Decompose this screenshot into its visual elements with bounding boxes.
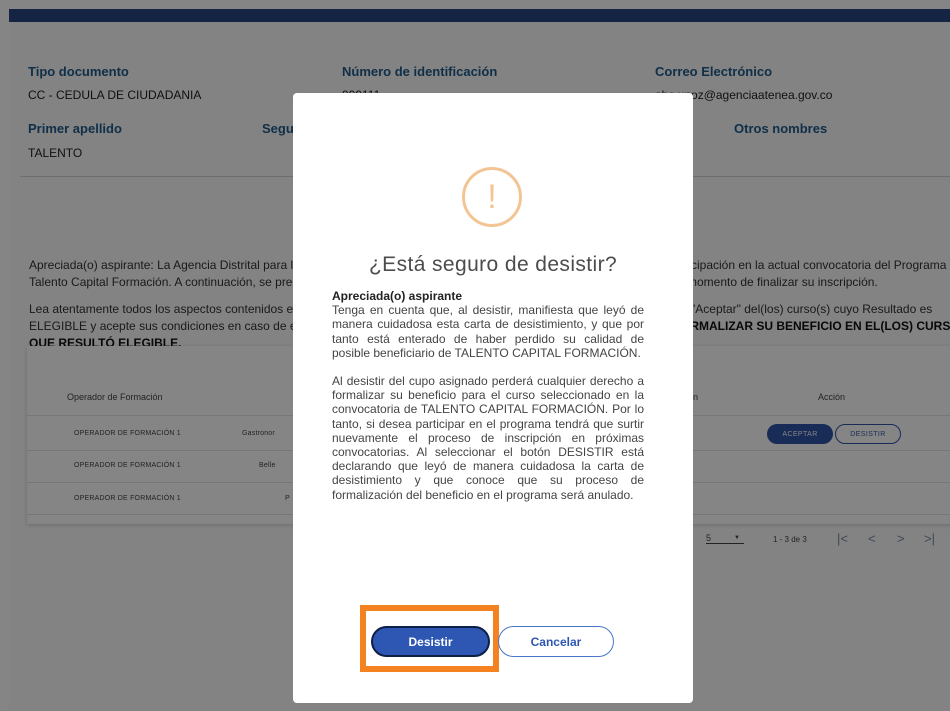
confirm-desist-button[interactable]: Desistir — [371, 626, 490, 657]
dialog-body: Apreciada(o) aspirante Tenga en cuenta q… — [332, 289, 644, 502]
dialog-lead: Apreciada(o) aspirante — [332, 289, 463, 303]
cancel-button[interactable]: Cancelar — [498, 626, 614, 657]
dialog-title: ¿Está seguro de desistir? — [368, 253, 618, 276]
warning-icon: ! — [462, 167, 522, 227]
dialog-paragraph-2: Al desistir del cupo asignado perderá cu… — [332, 374, 644, 502]
exclamation-icon: ! — [487, 177, 497, 216]
dialog-paragraph-1: Tenga en cuenta que, al desistir, manifi… — [332, 303, 644, 360]
desist-confirmation-dialog: ! ¿Está seguro de desistir? Apreciada(o)… — [293, 93, 693, 703]
